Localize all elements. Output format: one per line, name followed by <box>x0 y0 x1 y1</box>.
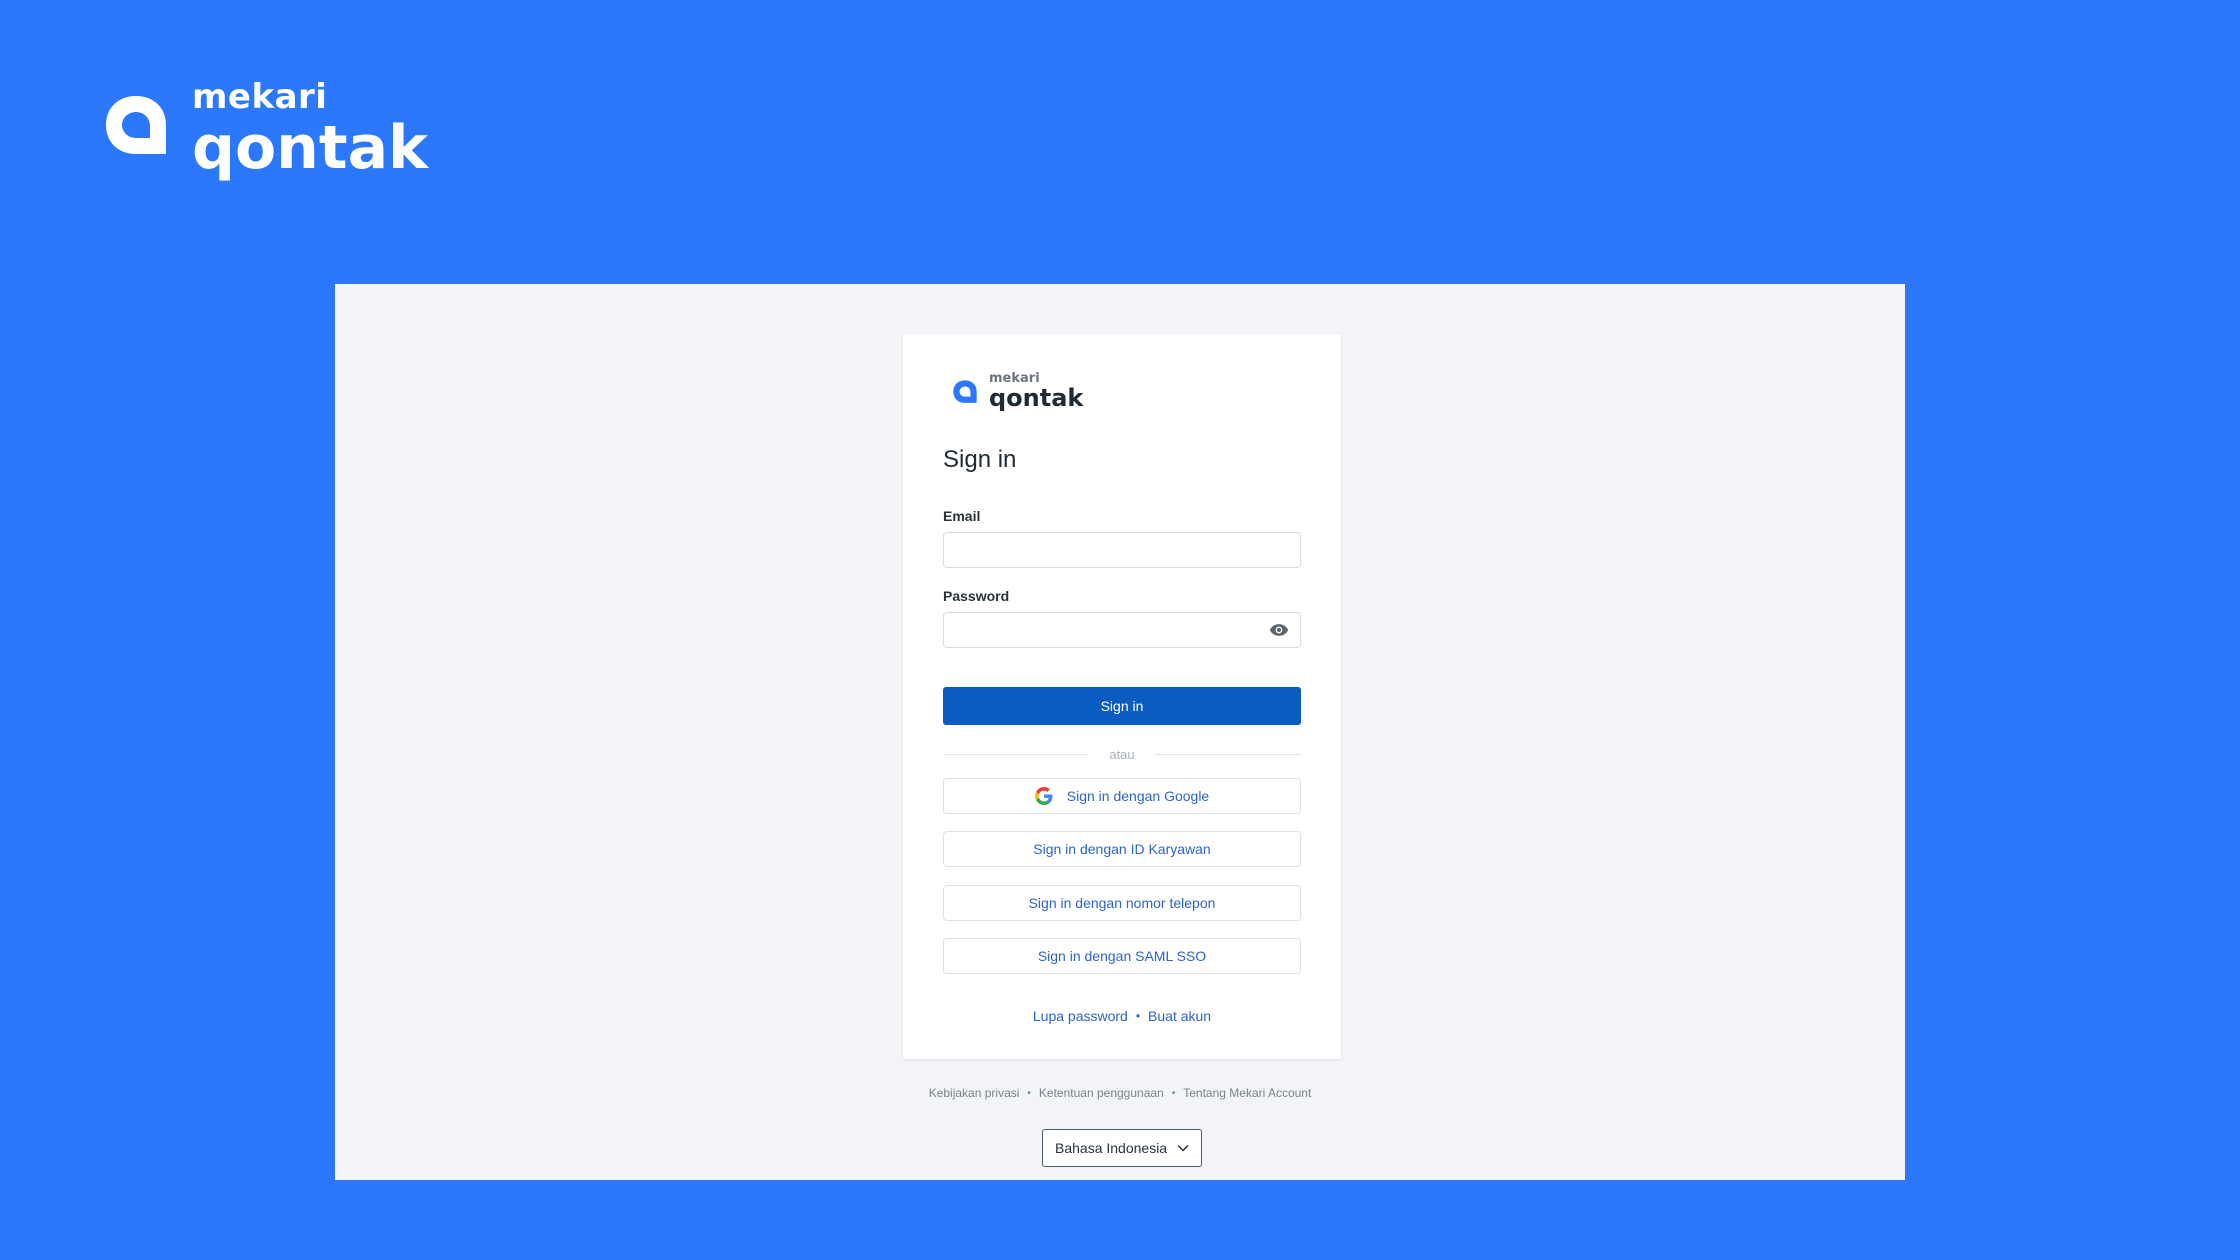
brand-wordmark-small: mekari <box>192 77 328 117</box>
language-select[interactable]: Bahasa Indonesia <box>1042 1129 1202 1167</box>
email-field[interactable] <box>943 532 1301 568</box>
password-field[interactable] <box>943 612 1301 648</box>
qontak-logo-icon <box>953 380 977 403</box>
signin-button[interactable]: Sign in <box>943 687 1301 725</box>
page-title: Sign in <box>943 446 1017 473</box>
footer-links: Kebijakan privasi • Ketentuan penggunaan… <box>335 1086 1905 1100</box>
account-links: Lupa password • Buat akun <box>943 1008 1301 1024</box>
privacy-policy-link[interactable]: Kebijakan privasi <box>929 1086 1020 1100</box>
employee-id-signin-button[interactable]: Sign in dengan ID Karyawan <box>943 831 1301 867</box>
brand-wordmark: mekari qontak <box>192 78 428 178</box>
brand-wordmark-big: qontak <box>192 113 428 183</box>
password-label: Password <box>943 588 1010 604</box>
card-logo: mekari qontak <box>951 370 1083 410</box>
divider-line <box>943 753 1090 755</box>
card-wordmark: mekari qontak <box>989 370 1083 410</box>
brand-logo: mekari qontak <box>100 78 428 178</box>
or-divider: atau <box>943 744 1301 764</box>
terms-of-use-link[interactable]: Ketentuan penggunaan <box>1039 1086 1164 1100</box>
forgot-password-link[interactable]: Lupa password <box>1033 1008 1128 1024</box>
google-icon <box>1034 787 1053 805</box>
language-select-value: Bahasa Indonesia <box>1055 1140 1168 1156</box>
email-label: Email <box>943 508 981 524</box>
login-stage: mekari qontak Sign in Email Password Sig… <box>335 284 1905 1180</box>
divider-text: atau <box>1109 746 1135 762</box>
eye-icon[interactable] <box>1269 622 1289 638</box>
footer-separator: • <box>1027 1087 1031 1099</box>
footer-separator: • <box>1171 1087 1176 1099</box>
about-mekari-account-link[interactable]: Tentang Mekari Account <box>1183 1086 1311 1100</box>
qontak-logo-icon <box>106 96 166 154</box>
employee-id-signin-label: Sign in dengan ID Karyawan <box>1033 841 1211 857</box>
chevron-down-icon <box>1177 1144 1189 1152</box>
create-account-link[interactable]: Buat akun <box>1148 1008 1211 1024</box>
divider-line <box>1154 753 1301 755</box>
link-separator: • <box>1135 1009 1141 1023</box>
phone-signin-button[interactable]: Sign in dengan nomor telepon <box>943 885 1301 921</box>
card-wordmark-big: qontak <box>989 384 1084 412</box>
signin-card: mekari qontak Sign in Email Password Sig… <box>903 334 1341 1059</box>
google-signin-label: Sign in dengan Google <box>1066 788 1210 804</box>
google-signin-button[interactable]: Sign in dengan Google <box>943 778 1301 814</box>
saml-sso-signin-button[interactable]: Sign in dengan SAML SSO <box>943 938 1301 974</box>
saml-sso-signin-label: Sign in dengan SAML SSO <box>1037 948 1207 964</box>
phone-signin-label: Sign in dengan nomor telepon <box>1028 895 1216 911</box>
